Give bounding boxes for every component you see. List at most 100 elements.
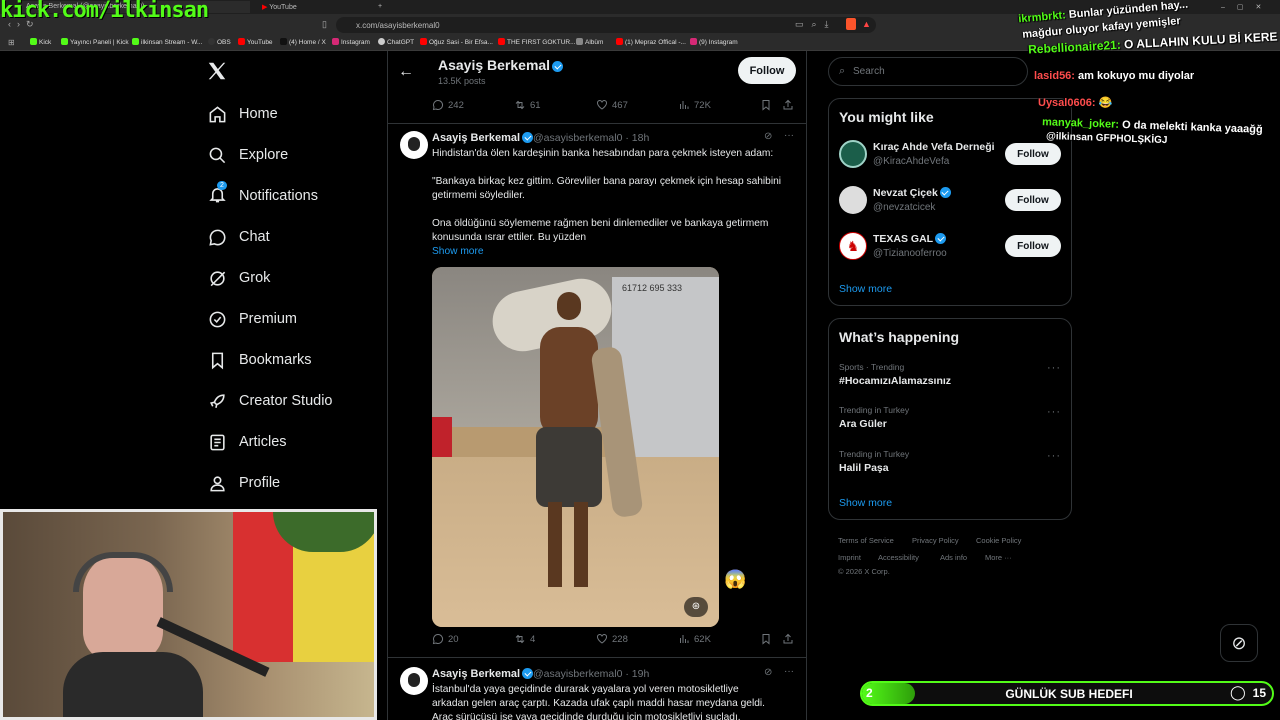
tweet-image[interactable]: 61712 695 333 ⊛ xyxy=(432,267,719,627)
reply-button[interactable]: 20 xyxy=(432,633,459,645)
repost-button[interactable]: 61 xyxy=(514,99,541,111)
bookmark-button[interactable] xyxy=(760,633,776,645)
share-icon xyxy=(783,99,793,110)
bookmark-item[interactable]: YouTube xyxy=(238,38,273,46)
grok-icon[interactable]: ⊘ xyxy=(764,131,772,142)
trend-category: Trending in Turkey xyxy=(839,449,910,459)
nav-item-premium[interactable]: Premium xyxy=(208,304,297,334)
show-more-link[interactable]: Show more xyxy=(839,283,892,295)
footer-link[interactable]: Cookie Policy xyxy=(976,536,1021,545)
articles-icon xyxy=(210,434,225,450)
avatar[interactable] xyxy=(400,131,428,159)
like-button[interactable]: 467 xyxy=(596,99,628,111)
more-options-icon[interactable]: ··· xyxy=(784,666,794,677)
suggested-account[interactable]: ♞ TEXAS GAL @Tizianooferroo Follow xyxy=(839,229,1063,269)
bookmark-item[interactable]: Yayıncı Paneli | Kick xyxy=(61,38,129,46)
footer-link[interactable]: More ··· xyxy=(985,553,1012,562)
views-button[interactable]: 72K xyxy=(678,99,711,111)
share-button[interactable] xyxy=(782,99,798,111)
image-leg xyxy=(548,502,562,587)
bookmark-item[interactable]: Oğuz Sasi - Bir Efsa... xyxy=(420,38,493,46)
extension-icons[interactable]: ▭⌕⤓ xyxy=(795,19,837,30)
tweet-author[interactable]: Asayiş Berkemal xyxy=(432,668,534,680)
nav-label: Creator Studio xyxy=(239,393,333,409)
suggested-account[interactable]: Nevzat Çiçek @nevzatcicek Follow xyxy=(839,183,1063,223)
new-tab-button[interactable]: + xyxy=(372,1,388,13)
brave-shield-icon[interactable] xyxy=(846,18,856,30)
tweet-text-line: arkadan gelen araç çarptı. Kazada ufak ç… xyxy=(432,698,765,709)
url-text: x.com/asayisberkemal0 xyxy=(356,21,440,30)
more-options-icon[interactable]: ··· xyxy=(1047,450,1061,462)
bookmark-item[interactable]: Albüm xyxy=(576,38,603,46)
nav-item-notifications[interactable]: 2 Notifications xyxy=(208,180,318,211)
follow-button[interactable]: Follow xyxy=(1005,189,1061,211)
bookmark-item[interactable]: ilkinsan Stream - W... xyxy=(132,38,202,46)
footer-link[interactable]: Ads info xyxy=(940,553,967,562)
nav-item-bookmarks[interactable]: Bookmarks xyxy=(208,345,312,375)
image-lungi xyxy=(536,427,602,507)
bookmark-item[interactable]: (1) Mepraz Offical -... xyxy=(616,38,686,46)
show-more-link[interactable]: Show more xyxy=(839,497,892,509)
like-button[interactable]: 228 xyxy=(596,633,628,645)
views-button[interactable]: 62K xyxy=(678,633,711,645)
bookmark-icon xyxy=(762,100,770,111)
nav-item-profile[interactable]: Profile xyxy=(208,468,280,498)
follow-button[interactable]: Follow xyxy=(1005,235,1061,257)
footer-link[interactable]: Imprint xyxy=(838,553,861,562)
bookmark-item[interactable]: ChatGPT xyxy=(378,38,414,46)
more-options-icon[interactable]: ··· xyxy=(1047,362,1061,374)
notification-badge: 2 xyxy=(217,180,227,190)
bookmark-item[interactable]: (4) Home / X xyxy=(280,38,326,46)
footer-link[interactable]: Accessibility xyxy=(878,553,919,562)
back-arrow-icon[interactable]: ← xyxy=(398,63,414,81)
search-icon: ⌕ xyxy=(839,65,846,77)
tweet-handle-time[interactable]: @asayisberkemal0 · 18h xyxy=(533,132,649,144)
nav-item-home[interactable]: Home xyxy=(208,99,278,129)
browser-tab-youtube[interactable]: ▶ YouTube xyxy=(256,1,366,13)
repost-icon xyxy=(515,634,525,644)
share-button[interactable] xyxy=(782,633,798,645)
avatar[interactable] xyxy=(400,667,428,695)
bookmark-button[interactable] xyxy=(760,99,776,111)
bookmark-item[interactable]: OBS xyxy=(208,38,231,46)
repost-button[interactable]: 4 xyxy=(514,633,535,645)
bookmark-item[interactable]: Kick xyxy=(30,38,51,46)
tweet-author[interactable]: Asayiş Berkemal xyxy=(432,132,534,144)
grok-icon[interactable]: ⊘ xyxy=(764,667,772,678)
more-options-icon[interactable]: ··· xyxy=(784,130,794,141)
account-handle: @KiracAhdeVefa xyxy=(873,156,950,167)
search-input[interactable]: ⌕ Search xyxy=(828,57,1028,86)
header-follow-button[interactable]: Follow xyxy=(738,57,796,84)
image-torso xyxy=(540,327,598,437)
nav-item-chat[interactable]: Chat xyxy=(208,222,270,252)
chat-message: Uysal0606: 😂 xyxy=(1038,97,1113,109)
trend-item[interactable]: Halil Paşa xyxy=(839,462,889,474)
bookmark-item[interactable]: THE FIRST GOKTUR... xyxy=(498,38,576,46)
repost-icon xyxy=(515,100,525,110)
footer-link[interactable]: Terms of Service xyxy=(838,536,894,545)
tweet-text-line: Araç sürücüsü ise yaya geçidinde durduğu… xyxy=(432,712,741,720)
rewards-icon[interactable]: ▲ xyxy=(862,19,871,29)
prev-tweet-actions: 242 61 467 72K xyxy=(388,99,806,119)
bookmark-item[interactable]: Instagram xyxy=(332,38,370,46)
nav-item-grok[interactable]: Grok xyxy=(208,263,270,293)
tweet-handle-time[interactable]: @asayisberkemal0 · 19h xyxy=(533,668,649,680)
more-options-icon[interactable]: ··· xyxy=(1047,406,1061,418)
footer-link[interactable]: Privacy Policy xyxy=(912,536,959,545)
nav-item-creator-studio[interactable]: Creator Studio xyxy=(208,386,333,416)
nav-item-explore[interactable]: Explore xyxy=(208,140,288,170)
bookmark-item[interactable]: (9) Instagram xyxy=(690,38,738,46)
show-more-link[interactable]: Show more xyxy=(432,245,484,259)
nav-item-articles[interactable]: Articles xyxy=(208,427,287,457)
x-logo-icon[interactable] xyxy=(206,60,228,87)
avatar xyxy=(839,140,867,168)
grok-icon xyxy=(210,270,226,286)
chat-message: lasid56: am kokuyo mu diyolar xyxy=(1034,70,1195,82)
trend-item[interactable]: #HocamızıAlamazsınız xyxy=(839,375,951,387)
apps-icon[interactable]: ⊞ xyxy=(8,38,15,47)
bookmark-page-icon[interactable]: ▯ xyxy=(322,19,327,30)
grok-float-button[interactable]: ⊘ xyxy=(1220,624,1258,662)
reply-button[interactable]: 242 xyxy=(432,99,464,111)
trend-item[interactable]: Ara Güler xyxy=(839,418,887,430)
image-grok-icon[interactable]: ⊛ xyxy=(684,597,708,617)
